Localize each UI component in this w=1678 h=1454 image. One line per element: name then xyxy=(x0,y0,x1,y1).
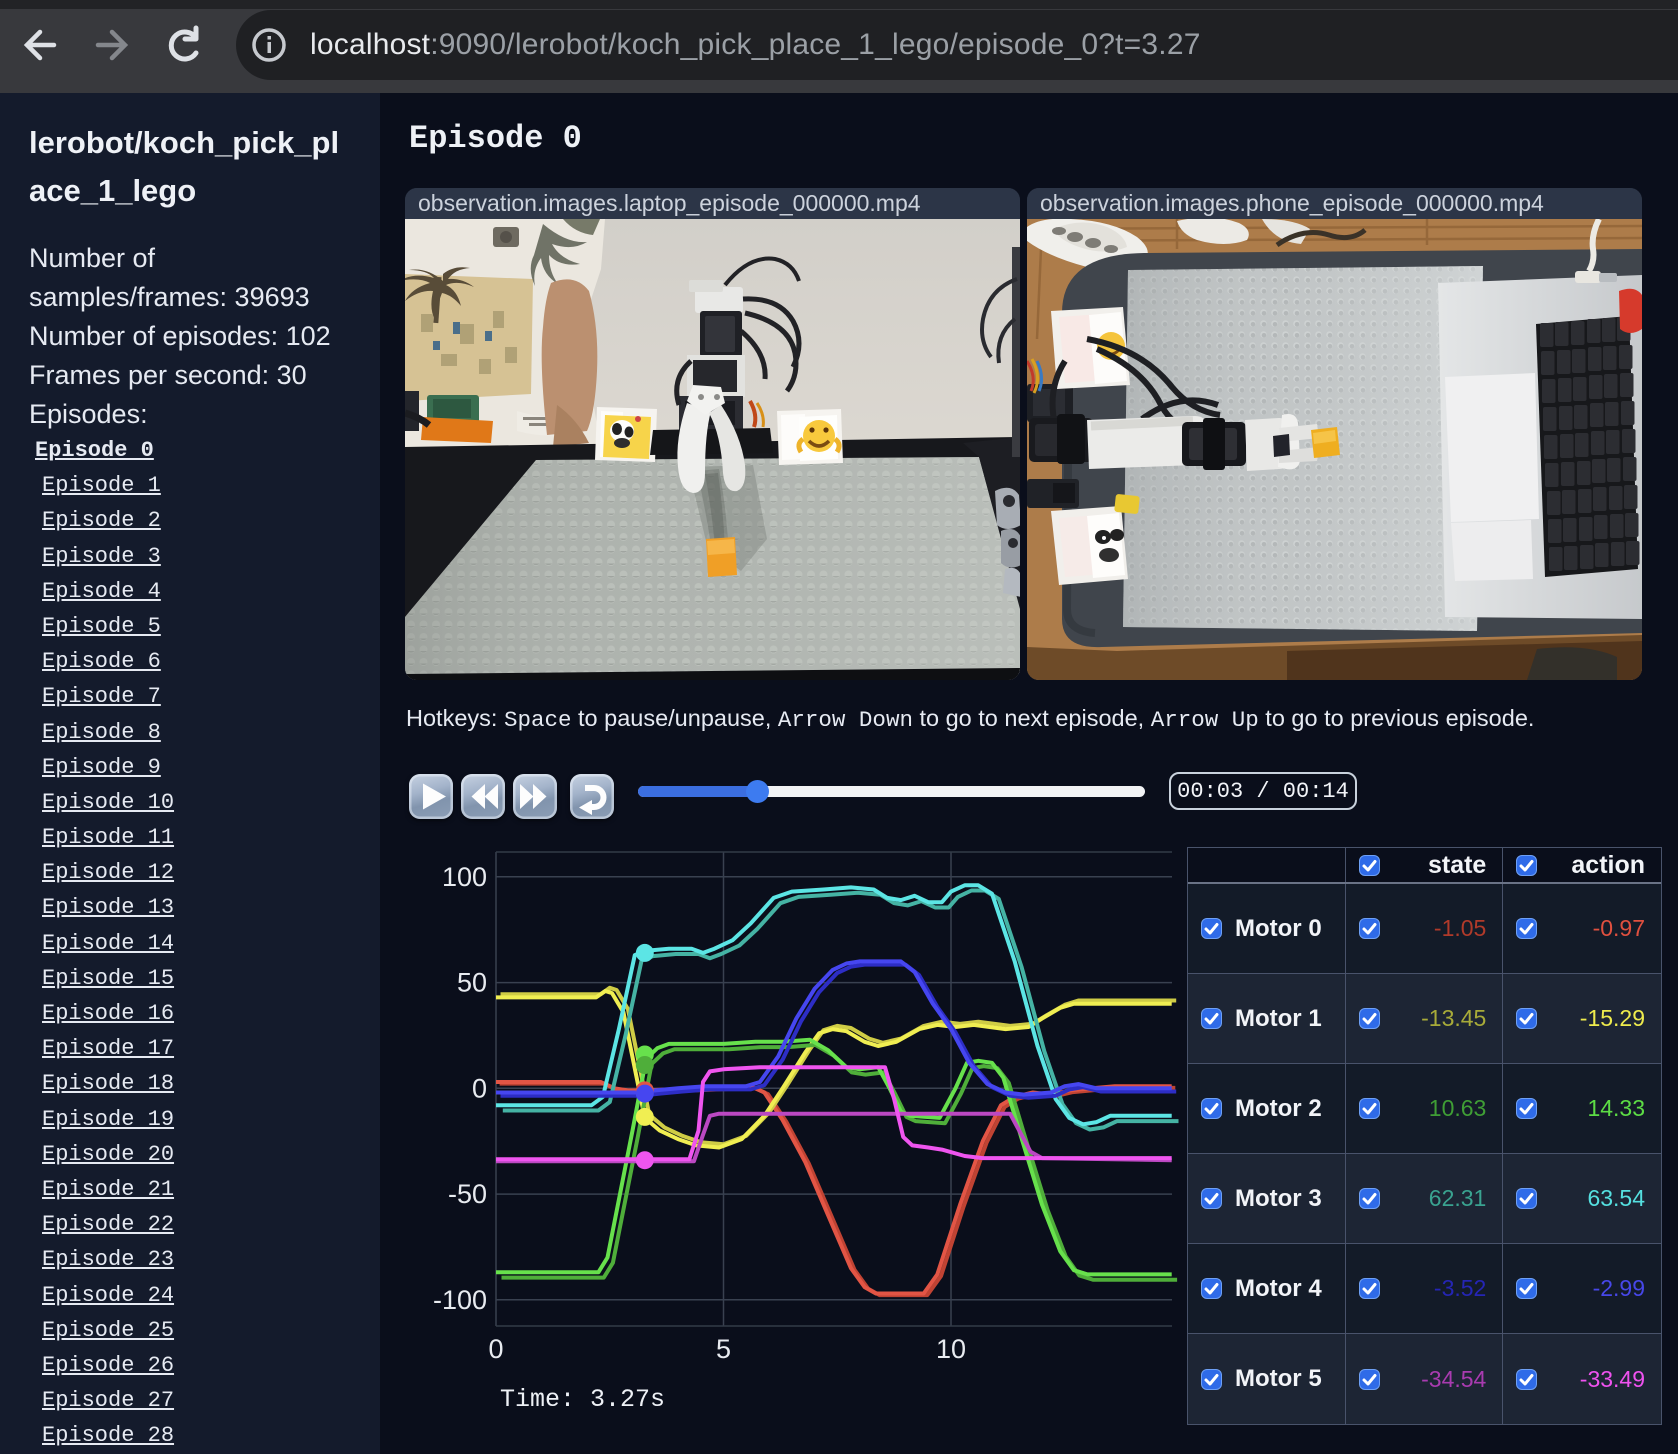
svg-text:-50: -50 xyxy=(448,1179,487,1209)
svg-text:50: 50 xyxy=(457,968,487,998)
svg-text:0: 0 xyxy=(472,1073,487,1103)
svg-text:5: 5 xyxy=(716,1334,731,1364)
svg-text:100: 100 xyxy=(442,862,487,892)
svg-text:0: 0 xyxy=(488,1334,503,1364)
svg-text:10: 10 xyxy=(936,1334,966,1364)
svg-text:-100: -100 xyxy=(433,1285,487,1315)
